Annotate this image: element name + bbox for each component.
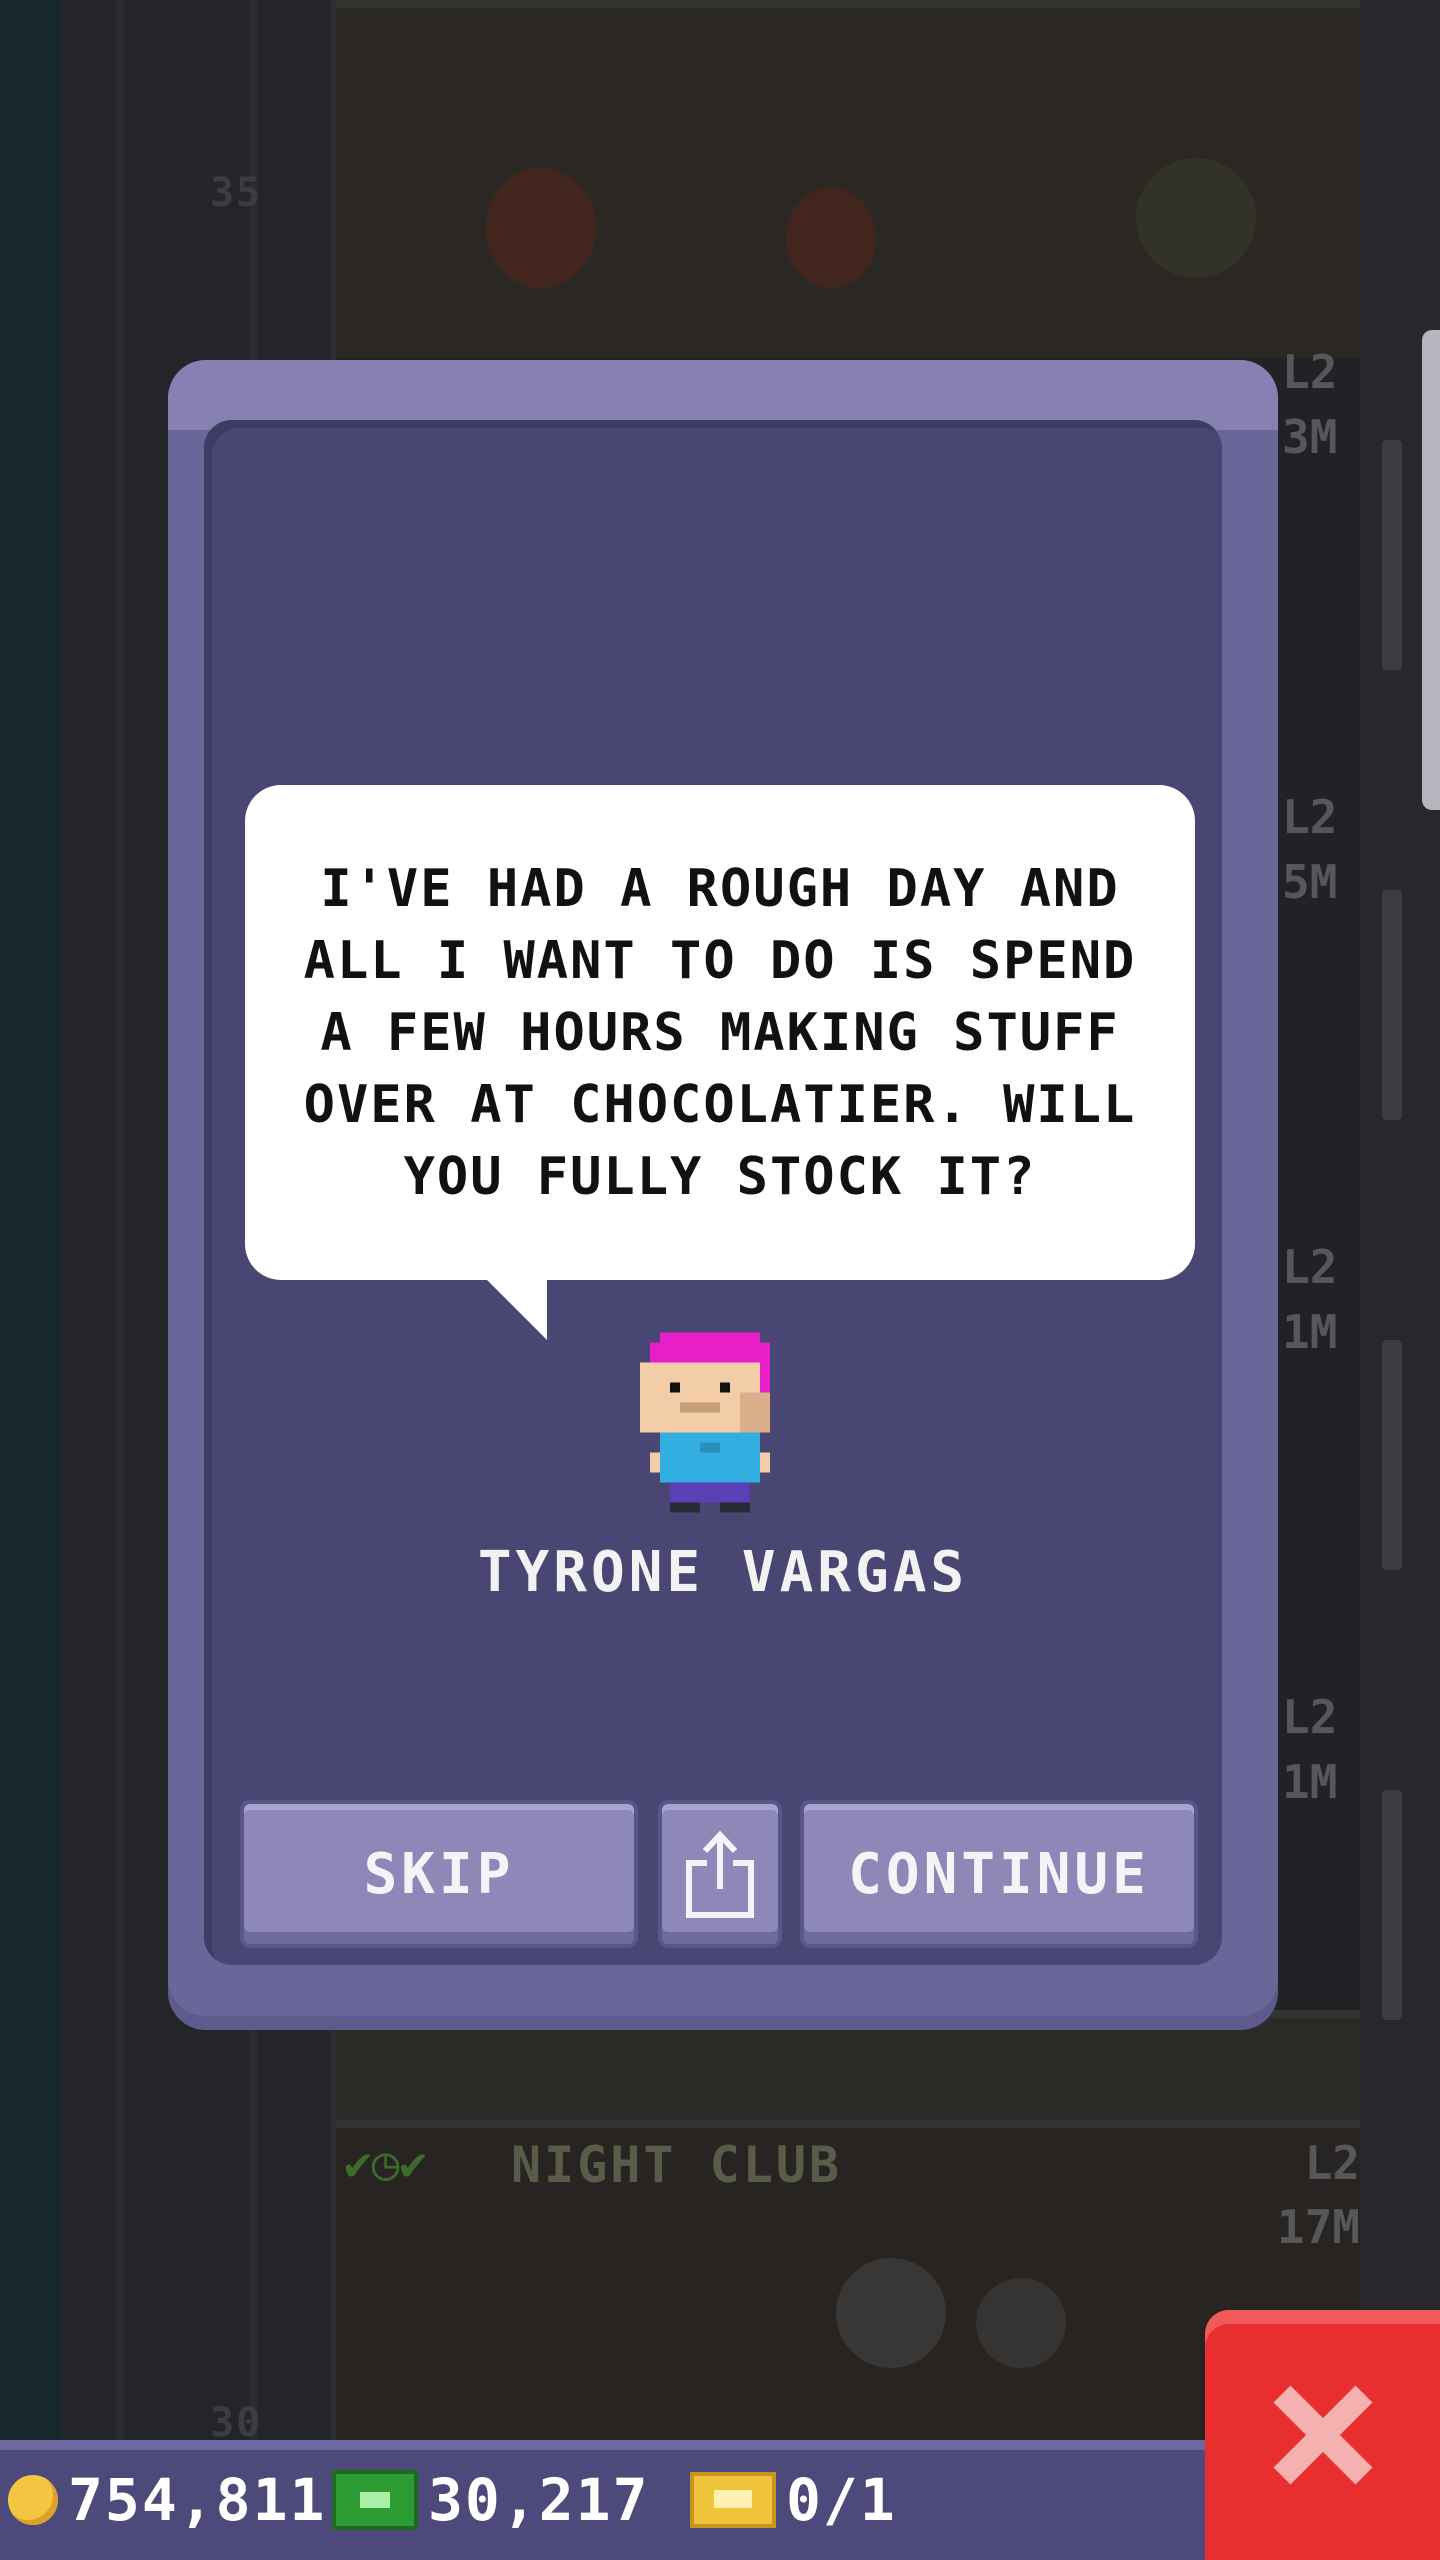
- character-avatar: [640, 1332, 770, 1513]
- skip-button-label: SKIP: [363, 1841, 515, 1907]
- continue-button-label: CONTINUE: [848, 1841, 1150, 1907]
- floor-level: L2: [1304, 2136, 1360, 2190]
- floor-status-icons: ✔◷✔: [344, 2136, 428, 2190]
- speech-bubble: I'VE HAD A ROUGH DAY AND ALL I WANT TO D…: [245, 785, 1195, 1280]
- skip-button[interactable]: SKIP: [240, 1800, 638, 1948]
- coins-counter[interactable]: 754,811: [8, 2466, 327, 2534]
- character-name: TYRONE VARGAS: [477, 1540, 969, 1605]
- floor-name: NIGHT CLUB: [511, 2136, 843, 2194]
- floor-level: L2: [1282, 790, 1338, 844]
- floor-level: L2: [1282, 1690, 1338, 1744]
- left-shaft: [0, 0, 60, 2440]
- close-button[interactable]: [1205, 2310, 1440, 2560]
- resource-bar: 754,811 30,217 0/1: [0, 2440, 1205, 2560]
- floor-population: 5M: [1282, 855, 1338, 909]
- close-icon: [1273, 2385, 1372, 2485]
- speech-bubble-tail: [485, 1278, 547, 1340]
- floor-population: 1M: [1282, 1755, 1338, 1809]
- coin-icon: [8, 2475, 58, 2525]
- share-icon: [686, 1830, 754, 1918]
- tickets-value: 0/1: [786, 2466, 897, 2534]
- floor-level: L2: [1282, 345, 1338, 399]
- floor-population: 3M: [1282, 410, 1338, 464]
- side-menu-tab[interactable]: [1422, 330, 1440, 810]
- bux-value: 30,217: [428, 2466, 650, 2534]
- tickets-counter[interactable]: 0/1: [690, 2466, 897, 2534]
- floor-population: 17M: [1276, 2200, 1360, 2254]
- bux-counter[interactable]: 30,217: [332, 2466, 650, 2534]
- ticket-icon: [690, 2472, 776, 2528]
- background-floor: [336, 0, 1360, 358]
- bux-icon: [332, 2470, 418, 2530]
- floor-population: 1M: [1282, 1305, 1338, 1359]
- night-club-floor-header: ✔◷✔ NIGHT CLUB L2 17M: [336, 2130, 1360, 2254]
- coins-value: 754,811: [68, 2466, 327, 2534]
- floor-number: 35: [210, 170, 263, 216]
- continue-button[interactable]: CONTINUE: [800, 1800, 1198, 1948]
- floor-level: L2: [1282, 1240, 1338, 1294]
- share-button[interactable]: [658, 1800, 782, 1948]
- speech-text: I'VE HAD A ROUGH DAY AND ALL I WANT TO D…: [303, 858, 1137, 1207]
